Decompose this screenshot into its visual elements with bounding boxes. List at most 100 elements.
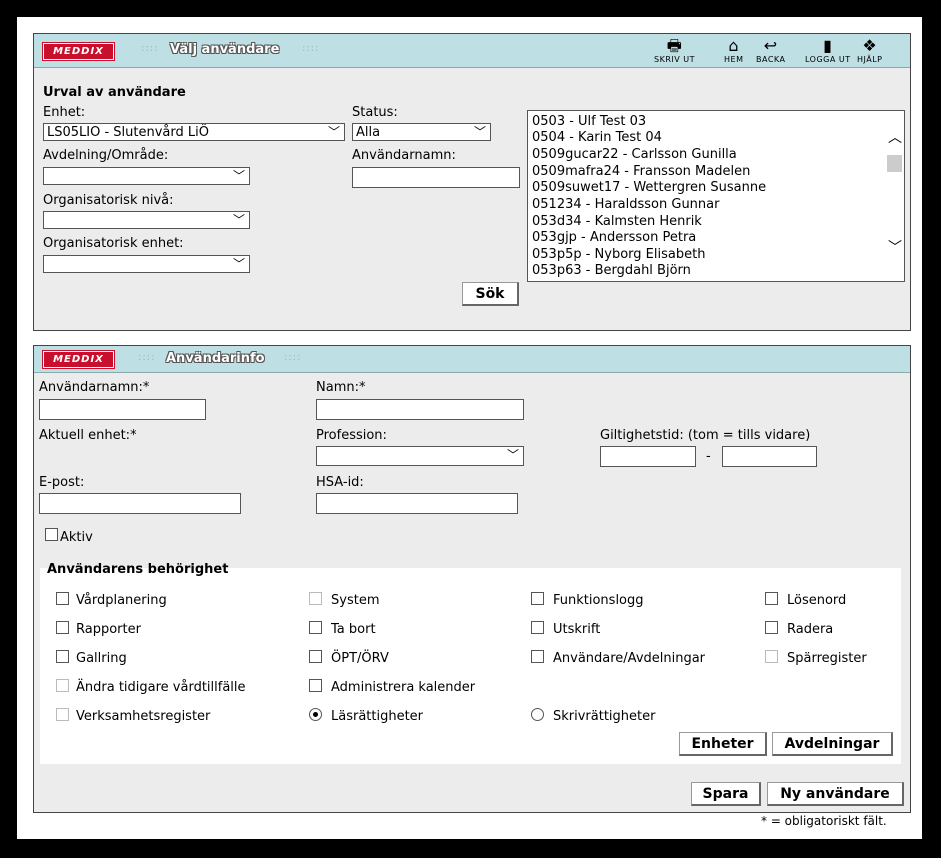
status-select[interactable]: Alla ﹀ xyxy=(352,123,491,141)
list-item[interactable]: 053p5p - Nyborg Elisabeth xyxy=(532,247,705,262)
profession-select[interactable]: ﹀ xyxy=(316,446,524,466)
org-enhet-label: Organisatorisk enhet: xyxy=(43,236,184,251)
enhet-value: LS05LIO - Slutenvård LiÖ xyxy=(47,125,209,140)
losenord-checkbox[interactable] xyxy=(765,592,778,605)
status-value: Alla xyxy=(356,125,381,140)
epost-input[interactable] xyxy=(39,493,241,514)
radera-checkbox[interactable] xyxy=(765,621,778,634)
user-search-panel: MEDDIX :::: Välj användare :::: 🖶 SKRIV … xyxy=(33,33,911,331)
print-button[interactable]: 🖶 SKRIV UT xyxy=(654,36,695,65)
anvandare-avdelningar-label: Användare/Avdelningar xyxy=(553,651,706,666)
new-user-button[interactable]: Ny användare xyxy=(767,782,904,806)
anvandare-avdelningar-checkbox[interactable] xyxy=(531,650,544,663)
chevron-up-icon[interactable]: ︿ xyxy=(888,127,902,147)
rapporter-checkbox[interactable] xyxy=(56,621,69,634)
scroll-thumb[interactable] xyxy=(887,155,902,172)
grip-icon: :::: xyxy=(138,352,156,363)
administrera-kalender-label: Administrera kalender xyxy=(331,680,476,695)
required-footnote: * = obligatoriskt fält. xyxy=(761,814,887,828)
giltighet-separator: - xyxy=(706,449,711,464)
org-niva-label: Organisatorisk nivå: xyxy=(43,193,174,208)
list-item[interactable]: 0509mafra24 - Fransson Madelen xyxy=(532,164,750,179)
ta-bort-checkbox[interactable] xyxy=(309,621,322,634)
save-button[interactable]: Spara xyxy=(691,782,761,806)
printer-icon: 🖶 xyxy=(666,36,683,55)
list-item[interactable]: 0504 - Karin Test 04 xyxy=(532,130,662,145)
user-info-panel: MEDDIX :::: Användarinfo :::: Användarna… xyxy=(33,345,911,813)
losenord-label: Lösenord xyxy=(787,593,847,608)
andra-tidigare-label: Ändra tidigare vårdtillfälle xyxy=(76,680,246,695)
list-item[interactable]: 0509gucar22 - Carlsson Gunilla xyxy=(532,147,737,162)
list-scrollbar[interactable]: ︿ ﹀ xyxy=(885,111,904,279)
print-label: SKRIV UT xyxy=(654,55,695,64)
vardplanering-checkbox[interactable] xyxy=(56,592,69,605)
panel-title: Användarinfo xyxy=(166,351,265,366)
verksamhetsregister-checkbox[interactable] xyxy=(56,708,69,721)
gallring-checkbox[interactable] xyxy=(56,650,69,663)
chevron-down-icon[interactable]: ﹀ xyxy=(888,237,902,257)
utskrift-checkbox[interactable] xyxy=(531,621,544,634)
enhet-select[interactable]: LS05LIO - Slutenvård LiÖ ﹀ xyxy=(43,123,345,141)
sparregister-label: Spärregister xyxy=(787,651,867,666)
skrivrattigheter-radio[interactable] xyxy=(531,708,544,721)
system-checkbox[interactable] xyxy=(309,592,322,605)
system-label: System xyxy=(331,593,380,608)
lasrattigheter-radio[interactable] xyxy=(309,708,322,721)
list-item[interactable]: 0503 - Ulf Test 03 xyxy=(532,114,646,129)
ta-bort-label: Ta bort xyxy=(331,622,376,637)
meddix-logo: MEDDIX xyxy=(43,351,114,368)
sparregister-checkbox[interactable] xyxy=(765,650,778,663)
back-button[interactable]: ↩ BACKA xyxy=(756,36,785,65)
list-item[interactable]: 051234 - Haraldsson Gunnar xyxy=(532,197,719,212)
giltighet-to-input[interactable] xyxy=(722,446,817,467)
giltighet-label: Giltighetstid: (tom = tills vidare) xyxy=(600,428,811,443)
help-button[interactable]: ❖ HJÄLP xyxy=(857,36,883,65)
chevron-down-icon: ﹀ xyxy=(327,125,340,139)
grip-icon: :::: xyxy=(141,43,159,54)
status-label: Status: xyxy=(352,105,398,120)
back-icon: ↩ xyxy=(763,36,778,55)
andra-tidigare-checkbox[interactable] xyxy=(56,679,69,692)
enhet-label: Enhet: xyxy=(43,105,86,120)
namn-input[interactable] xyxy=(316,399,524,420)
opt-orv-checkbox[interactable] xyxy=(309,650,322,663)
enheter-button[interactable]: Enheter xyxy=(679,732,767,756)
funktionslogg-checkbox[interactable] xyxy=(531,592,544,605)
list-item[interactable]: 053gjp - Andersson Petra xyxy=(532,230,696,245)
anvandarnamn-search-input[interactable] xyxy=(352,167,520,188)
anvandarnamn-input[interactable] xyxy=(39,399,206,420)
aktiv-checkbox[interactable] xyxy=(45,528,58,541)
chevron-down-icon: ﹀ xyxy=(232,169,245,183)
opt-orv-label: ÖPT/ÖRV xyxy=(331,651,389,666)
panel-header: MEDDIX :::: Välj användare :::: 🖶 SKRIV … xyxy=(34,34,910,68)
permissions-section: Användarens behörighet Vårdplanering Sys… xyxy=(40,562,901,764)
avdelning-label: Avdelning/Område: xyxy=(43,148,169,163)
home-label: HEM xyxy=(724,55,744,64)
radera-label: Radera xyxy=(787,622,834,637)
skrivrattigheter-label: Skrivrättigheter xyxy=(553,709,656,724)
home-button[interactable]: ⌂ HEM xyxy=(724,37,744,65)
namn-label: Namn:* xyxy=(316,380,366,395)
app-frame: MEDDIX :::: Välj användare :::: 🖶 SKRIV … xyxy=(17,17,922,839)
vardplanering-label: Vårdplanering xyxy=(76,593,167,608)
avdelningar-button[interactable]: Avdelningar xyxy=(772,732,893,756)
user-list[interactable]: 0503 - Ulf Test 03 0504 - Karin Test 04 … xyxy=(527,110,905,282)
org-niva-select[interactable]: ﹀ xyxy=(43,211,250,229)
chevron-down-icon: ﹀ xyxy=(232,213,245,227)
list-item[interactable]: 053d34 - Kalmsten Henrik xyxy=(532,214,702,229)
search-heading: Urval av användare xyxy=(43,85,186,100)
help-icon: ❖ xyxy=(862,36,878,55)
avdelning-select[interactable]: ﹀ xyxy=(43,167,250,185)
list-item[interactable]: 053p63 - Bergdahl Björn xyxy=(532,263,691,278)
hsa-input[interactable] xyxy=(316,493,518,514)
grip-icon: :::: xyxy=(302,43,320,54)
chevron-down-icon: ﹀ xyxy=(232,257,245,271)
giltighet-from-input[interactable] xyxy=(600,446,696,467)
aktiv-label: Aktiv xyxy=(60,530,93,545)
logout-button[interactable]: ▮ LOGGA UT xyxy=(805,37,851,65)
search-button[interactable]: Sök xyxy=(462,282,519,306)
anvandarnamn-label: Användarnamn: xyxy=(352,148,456,163)
administrera-kalender-checkbox[interactable] xyxy=(309,679,322,692)
list-item[interactable]: 0509suwet17 - Wettergren Susanne xyxy=(532,180,766,195)
org-enhet-select[interactable]: ﹀ xyxy=(43,255,250,273)
